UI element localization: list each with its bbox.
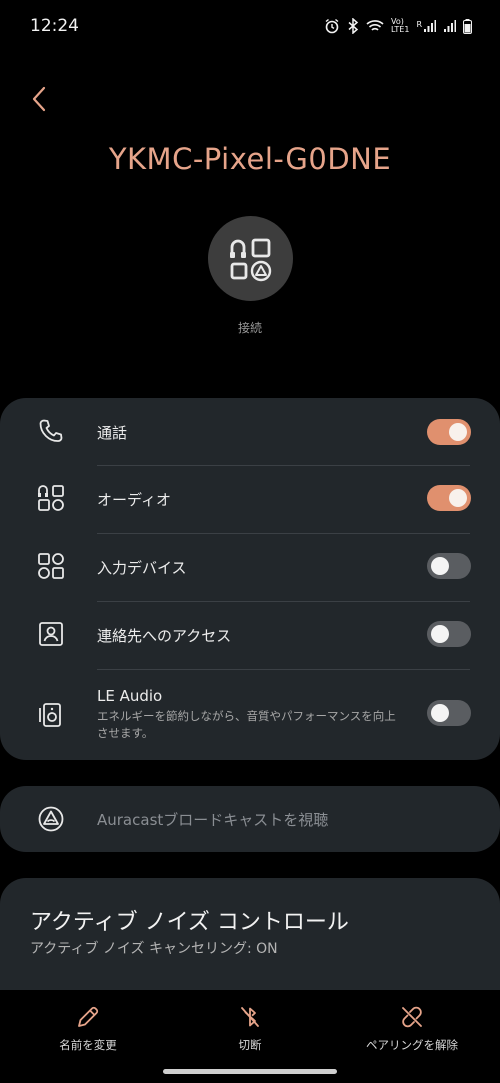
signal-icon-2 <box>444 19 456 32</box>
toggle-knob <box>431 557 449 575</box>
toggle-knob <box>431 625 449 643</box>
profile-label-audio: オーディオ <box>97 491 171 509</box>
le-audio-icon <box>37 701 65 729</box>
bluetooth-off-icon <box>241 1007 259 1027</box>
profile-row-le-audio[interactable]: LE Audio エネルギーを節約しながら、音質やパフォーマンスを向上させます。 <box>0 670 500 760</box>
profile-label-le-audio: LE Audio <box>97 687 163 705</box>
home-indicator[interactable] <box>163 1069 337 1074</box>
profile-label-contacts: 連絡先へのアクセス <box>97 627 232 645</box>
pencil-icon <box>78 1006 99 1027</box>
toggle-knob <box>449 423 467 441</box>
device-audio-icon <box>229 238 271 281</box>
toggle-input-device[interactable] <box>427 553 471 579</box>
device-icon <box>208 216 293 301</box>
battery-icon <box>463 18 472 34</box>
unpair-button[interactable]: ペアリングを解除 <box>342 1004 482 1053</box>
profiles-card: 通話 オーディオ 入力デバイス 連絡先へのアクセス LE Audio エネルギー… <box>0 398 500 760</box>
profile-row-audio[interactable]: オーディオ <box>0 466 500 533</box>
le-audio-text: LE Audio エネルギーを節約しながら、音質やパフォーマンスを向上させます。 <box>97 687 397 742</box>
bluetooth-icon <box>348 18 359 34</box>
toggle-call[interactable] <box>427 419 471 445</box>
toggle-knob <box>449 489 467 507</box>
anc-title: アクティブ ノイズ コントロール <box>30 910 349 935</box>
profile-subtitle-le-audio: エネルギーを節約しながら、音質やパフォーマンスを向上させます。 <box>97 709 396 740</box>
auracast-label: Auracastブロードキャストを視聴 <box>97 811 329 829</box>
lte-label: LTE1 <box>391 25 410 34</box>
contact-icon <box>37 620 65 648</box>
rename-button[interactable]: 名前を変更 <box>18 1004 158 1053</box>
chevron-left-icon <box>32 86 46 112</box>
status-bar: 12:24 Vo) LTE1 R <box>0 0 500 52</box>
phone-icon <box>37 417 65 445</box>
status-time: 12:24 <box>30 16 79 36</box>
anc-subtitle: アクティブ ノイズ キャンセリング: ON <box>30 941 278 957</box>
toggle-contacts[interactable] <box>427 621 471 647</box>
auracast-button[interactable]: Auracastブロードキャストを視聴 <box>0 786 500 852</box>
roaming-label: R <box>416 19 422 29</box>
rename-label: 名前を変更 <box>59 1038 117 1052</box>
disconnect-button[interactable]: 切断 <box>180 1004 320 1053</box>
wifi-icon <box>366 20 384 31</box>
disconnect-label: 切断 <box>238 1038 262 1052</box>
unlink-icon <box>402 1006 422 1028</box>
toggle-knob <box>431 704 449 722</box>
unpair-label: ペアリングを解除 <box>366 1038 458 1052</box>
audio-icon <box>37 484 65 512</box>
back-button[interactable] <box>24 82 54 116</box>
profile-label-call: 通話 <box>97 424 128 442</box>
toggle-audio[interactable] <box>427 485 471 511</box>
input-device-icon <box>37 552 65 580</box>
signal-icon: R <box>416 19 436 33</box>
profile-row-input-device[interactable]: 入力デバイス <box>0 534 500 601</box>
volte-icon: Vo) LTE1 <box>391 18 409 34</box>
connection-status: 接続 <box>237 321 262 335</box>
status-icons: Vo) LTE1 R <box>324 18 472 34</box>
profile-row-call[interactable]: 通話 <box>0 398 500 465</box>
toggle-le-audio[interactable] <box>427 700 471 726</box>
profile-label-input-device: 入力デバイス <box>97 559 187 577</box>
profile-row-contacts[interactable]: 連絡先へのアクセス <box>0 602 500 669</box>
device-name: YKMC-Pixel-G0DNE <box>108 142 392 176</box>
alarm-icon <box>325 18 339 34</box>
auracast-icon <box>37 805 65 833</box>
